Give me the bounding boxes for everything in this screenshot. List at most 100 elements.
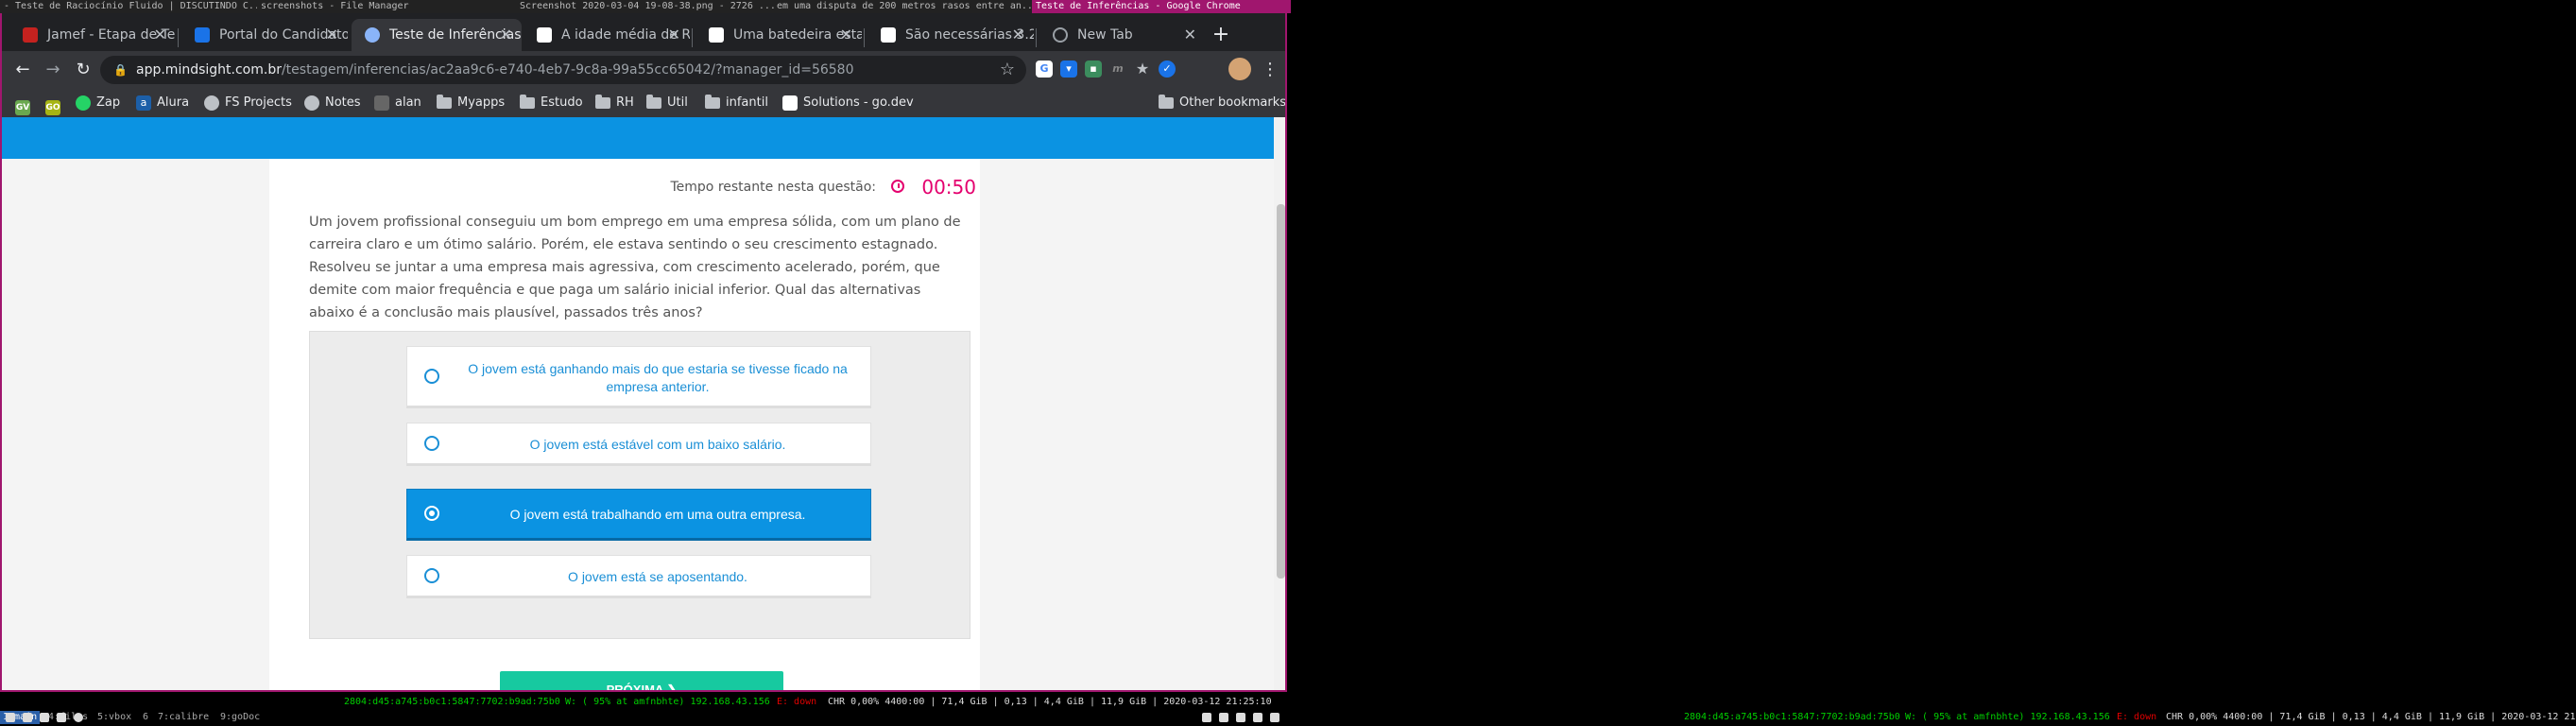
bookmark-label: infantil — [726, 95, 768, 110]
bookmark-fs-projects[interactable]: FS Projects — [204, 89, 292, 117]
puzzle-extension-icon[interactable]: ▪ — [1085, 60, 1102, 78]
alura-icon: a — [136, 95, 151, 111]
new-tab-button[interactable]: + — [1207, 21, 1235, 49]
bookmark-alura[interactable]: a Alura — [136, 89, 189, 117]
workspace-5[interactable]: 5:vbox — [94, 711, 134, 724]
close-icon[interactable]: ✕ — [840, 19, 852, 51]
bookmark-folder-infantil[interactable]: infantil — [705, 89, 768, 117]
bookmark-folder-estudo[interactable]: Estudo — [520, 89, 583, 117]
system-status: CHR 0,00% 4400:00 | 71,4 GiB | 0,13 | 4,… — [828, 697, 1272, 707]
star-extension-icon[interactable]: ★ — [1134, 60, 1151, 78]
tab[interactable]: Uma batedeira esta ✕ — [696, 19, 862, 51]
wm-window-title[interactable]: screenshots - File Manager — [257, 0, 516, 13]
next-button[interactable]: PRÓXIMA ❯ — [500, 671, 783, 690]
shield-extension-icon[interactable]: ▾ — [1060, 60, 1077, 78]
radio-icon[interactable] — [424, 436, 439, 451]
workspace-6[interactable]: 6 — [140, 711, 151, 724]
chrome-icon[interactable] — [74, 713, 83, 722]
timer-value: 00:50 — [921, 176, 976, 199]
wm-window-title[interactable]: - Teste de Raciocínio Fluido | DISCUTIND… — [0, 0, 257, 13]
files-icon[interactable] — [23, 713, 32, 722]
bookmark-star-icon[interactable]: ☆ — [1000, 56, 1015, 84]
folder-icon — [646, 95, 661, 109]
reload-icon[interactable]: ↻ — [70, 57, 96, 83]
bookmark-go[interactable]: GO — [45, 89, 60, 117]
bookmark-folder-myapps[interactable]: Myapps — [437, 89, 505, 117]
bookmark-folder-util[interactable]: Util — [646, 89, 688, 117]
tab[interactable]: New Tab ✕ — [1039, 19, 1206, 51]
workspace-7[interactable]: 7:calibre — [155, 711, 212, 724]
ethernet-status: E: down — [777, 697, 817, 707]
wifi-icon[interactable] — [1253, 713, 1262, 722]
terminal-icon[interactable] — [6, 713, 15, 722]
back-icon[interactable]: ← — [9, 57, 36, 83]
page-scrollbar[interactable] — [1274, 117, 1285, 690]
address-bar[interactable]: 🔒 app.mindsight.com.br/testagem/inferenc… — [100, 56, 1026, 84]
tab-active[interactable]: Teste de Inferências ✕ — [352, 19, 522, 51]
system-status: CHR 0,00% 4400:00 | 71,4 GiB | 0,13 | 4,… — [2166, 712, 2576, 722]
answer-option[interactable]: O jovem está se aposentando. — [406, 555, 871, 598]
workspace-4[interactable]: 4:files — [45, 711, 91, 724]
radio-selected-icon[interactable] — [424, 506, 439, 521]
options-container: O jovem está ganhando mais do que estari… — [309, 331, 970, 639]
power-icon[interactable] — [1236, 713, 1245, 722]
radio-icon[interactable] — [424, 568, 439, 583]
clock-icon[interactable] — [1270, 713, 1279, 722]
forward-icon[interactable]: → — [40, 57, 66, 83]
menu-icon[interactable]: ⋮ — [1257, 57, 1283, 83]
whatsapp-icon — [76, 95, 91, 111]
url-domain: app.mindsight.com.br — [136, 62, 282, 78]
close-icon[interactable]: ✕ — [154, 19, 166, 51]
wm-window-title[interactable]: Screenshot 2020-03-04 19-08-38.png - 272… — [516, 0, 775, 13]
folder-icon — [705, 95, 720, 109]
bookmark-label: Solutions - go.dev — [803, 95, 914, 110]
google-extension-icon[interactable]: G — [1036, 60, 1053, 78]
vbox-icon[interactable] — [40, 713, 49, 722]
calibre-icon[interactable] — [57, 713, 66, 722]
vpn-extension-icon[interactable]: ✓ — [1159, 60, 1176, 78]
tab[interactable]: A idade média de R ✕ — [524, 19, 690, 51]
close-icon[interactable]: ✕ — [668, 19, 680, 51]
gv-icon: GV — [15, 100, 30, 115]
bookmark-label: Estudo — [541, 95, 583, 110]
globe-icon — [304, 95, 319, 111]
bookmark-gv[interactable]: GV — [15, 89, 30, 117]
bookmark-label: alan — [395, 95, 421, 110]
chrome-window: Jamef - Etapa de Te ✕ Portal do Candidat… — [0, 13, 1287, 692]
page-icon — [782, 95, 798, 111]
portal-favicon-icon — [195, 27, 210, 43]
tab[interactable]: Portal do Candidato ✕ — [181, 19, 348, 51]
close-icon[interactable]: ✕ — [500, 19, 512, 51]
m-extension-icon[interactable]: m — [1109, 60, 1126, 78]
answer-option[interactable]: O jovem está ganhando mais do que estari… — [406, 346, 871, 408]
bookmark-folder-rh[interactable]: RH — [595, 89, 634, 117]
answer-option-selected[interactable]: O jovem está trabalhando em uma outra em… — [406, 489, 871, 541]
wm-window-title-active[interactable]: Teste de Inferências - Google Chrome — [1032, 0, 1291, 13]
new-tab-favicon-icon — [1053, 27, 1068, 43]
bookmark-zap[interactable]: Zap — [76, 89, 120, 117]
lock-icon[interactable]: 🔒 — [113, 56, 128, 84]
wm-window-title[interactable]: em uma disputa de 200 metros rasos entre… — [773, 0, 1034, 13]
scrollbar-thumb[interactable] — [1277, 204, 1285, 579]
volume-icon[interactable] — [1202, 713, 1211, 722]
bookmark-folder-other[interactable]: Other bookmarks — [1159, 89, 1285, 117]
close-icon[interactable]: ✕ — [1184, 19, 1196, 51]
tab[interactable]: São necessárias 3.2 ✕ — [867, 19, 1034, 51]
page-icon — [374, 95, 389, 111]
folder-icon — [1159, 95, 1174, 109]
status-bar: 2804:d45:a745:b0c1:5847:7702:b9ad:75b0 W… — [0, 692, 1291, 726]
folder-icon — [437, 95, 452, 109]
answer-option[interactable]: O jovem está estável com um baixo salári… — [406, 423, 871, 466]
close-icon[interactable]: ✕ — [1012, 19, 1024, 51]
network-icon[interactable] — [1219, 713, 1228, 722]
gmail-icon — [23, 27, 38, 43]
close-icon[interactable]: ✕ — [326, 19, 338, 51]
bookmark-alan[interactable]: alan — [374, 89, 421, 117]
radio-icon[interactable] — [424, 369, 439, 384]
tab[interactable]: Jamef - Etapa de Te ✕ — [9, 19, 176, 51]
bookmark-solutions-go-dev[interactable]: Solutions - go.dev — [782, 89, 914, 117]
globe-icon — [204, 95, 219, 111]
avatar[interactable] — [1228, 58, 1251, 80]
workspace-9[interactable]: 9:goDoc — [217, 711, 263, 724]
bookmark-notes[interactable]: Notes — [304, 89, 361, 117]
